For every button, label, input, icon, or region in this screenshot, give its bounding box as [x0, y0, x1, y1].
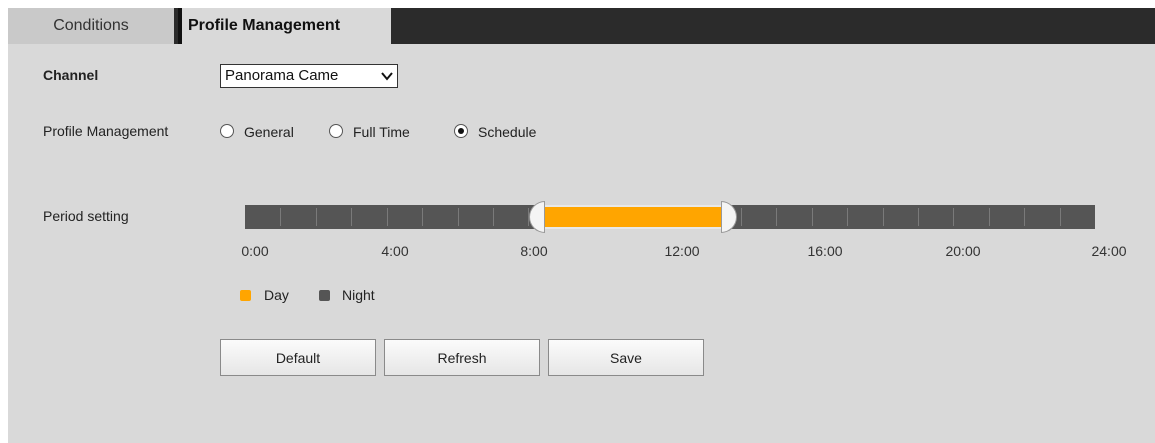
timeline-hour-tick	[989, 208, 990, 226]
timeline-hour-tick	[776, 208, 777, 226]
chevron-down-icon	[381, 72, 393, 81]
tick-label-8: 8:00	[520, 243, 548, 259]
tick-label-24: 24:00	[1091, 243, 1127, 259]
period-end-handle[interactable]	[721, 201, 738, 233]
period-timeline[interactable]	[245, 201, 1095, 233]
tab-conditions[interactable]: Conditions	[8, 8, 174, 44]
default-button[interactable]: Default	[220, 339, 376, 376]
tick-label-12: 12:00	[664, 243, 700, 259]
timeline-hour-tick	[316, 208, 317, 226]
day-legend-swatch	[240, 290, 251, 301]
day-period-segment[interactable]	[542, 205, 724, 229]
timeline-hour-tick	[918, 208, 919, 226]
tick-label-16: 16:00	[807, 243, 843, 259]
timeline-hour-tick	[812, 208, 813, 226]
settings-panel: Conditions Profile Management Channel Pa…	[8, 8, 1155, 443]
timeline-hour-tick	[847, 208, 848, 226]
timeline-hour-tick	[953, 208, 954, 226]
radio-full-time-circle[interactable]	[329, 124, 343, 138]
profile-management-label: Profile Management	[43, 123, 169, 139]
radio-schedule-label: Schedule	[478, 124, 537, 140]
radio-full-time-label: Full Time	[353, 124, 410, 140]
timeline-hour-tick	[387, 208, 388, 226]
channel-select[interactable]: Panorama Came	[220, 64, 398, 88]
night-legend-swatch	[319, 290, 330, 301]
timeline-hour-tick	[1060, 208, 1061, 226]
tick-label-4: 4:00	[381, 243, 409, 259]
period-start-handle[interactable]	[528, 201, 545, 233]
timeline-hour-tick	[883, 208, 884, 226]
tab-profile-management[interactable]: Profile Management	[178, 8, 391, 44]
channel-label: Channel	[43, 67, 99, 83]
refresh-button[interactable]: Refresh	[384, 339, 540, 376]
timeline-hour-tick	[351, 208, 352, 226]
radio-schedule-circle[interactable]	[454, 124, 468, 138]
timeline-hour-tick	[493, 208, 494, 226]
radio-general-circle[interactable]	[220, 124, 234, 138]
tab-bar: Conditions Profile Management	[8, 8, 1155, 44]
timeline-hour-tick	[280, 208, 281, 226]
save-button[interactable]: Save	[548, 339, 704, 376]
channel-select-value: Panorama Came	[225, 67, 339, 84]
day-legend-label: Day	[264, 287, 289, 303]
tick-label-20: 20:00	[945, 243, 981, 259]
timeline-hour-tick	[422, 208, 423, 226]
night-legend-label: Night	[342, 287, 375, 303]
timeline-hour-tick	[458, 208, 459, 226]
period-setting-label: Period setting	[43, 208, 129, 224]
timeline-hour-tick	[1024, 208, 1025, 226]
radio-general-label: General	[244, 124, 294, 140]
timeline-hour-tick	[741, 208, 742, 226]
tick-label-0: 0:00	[241, 243, 269, 259]
